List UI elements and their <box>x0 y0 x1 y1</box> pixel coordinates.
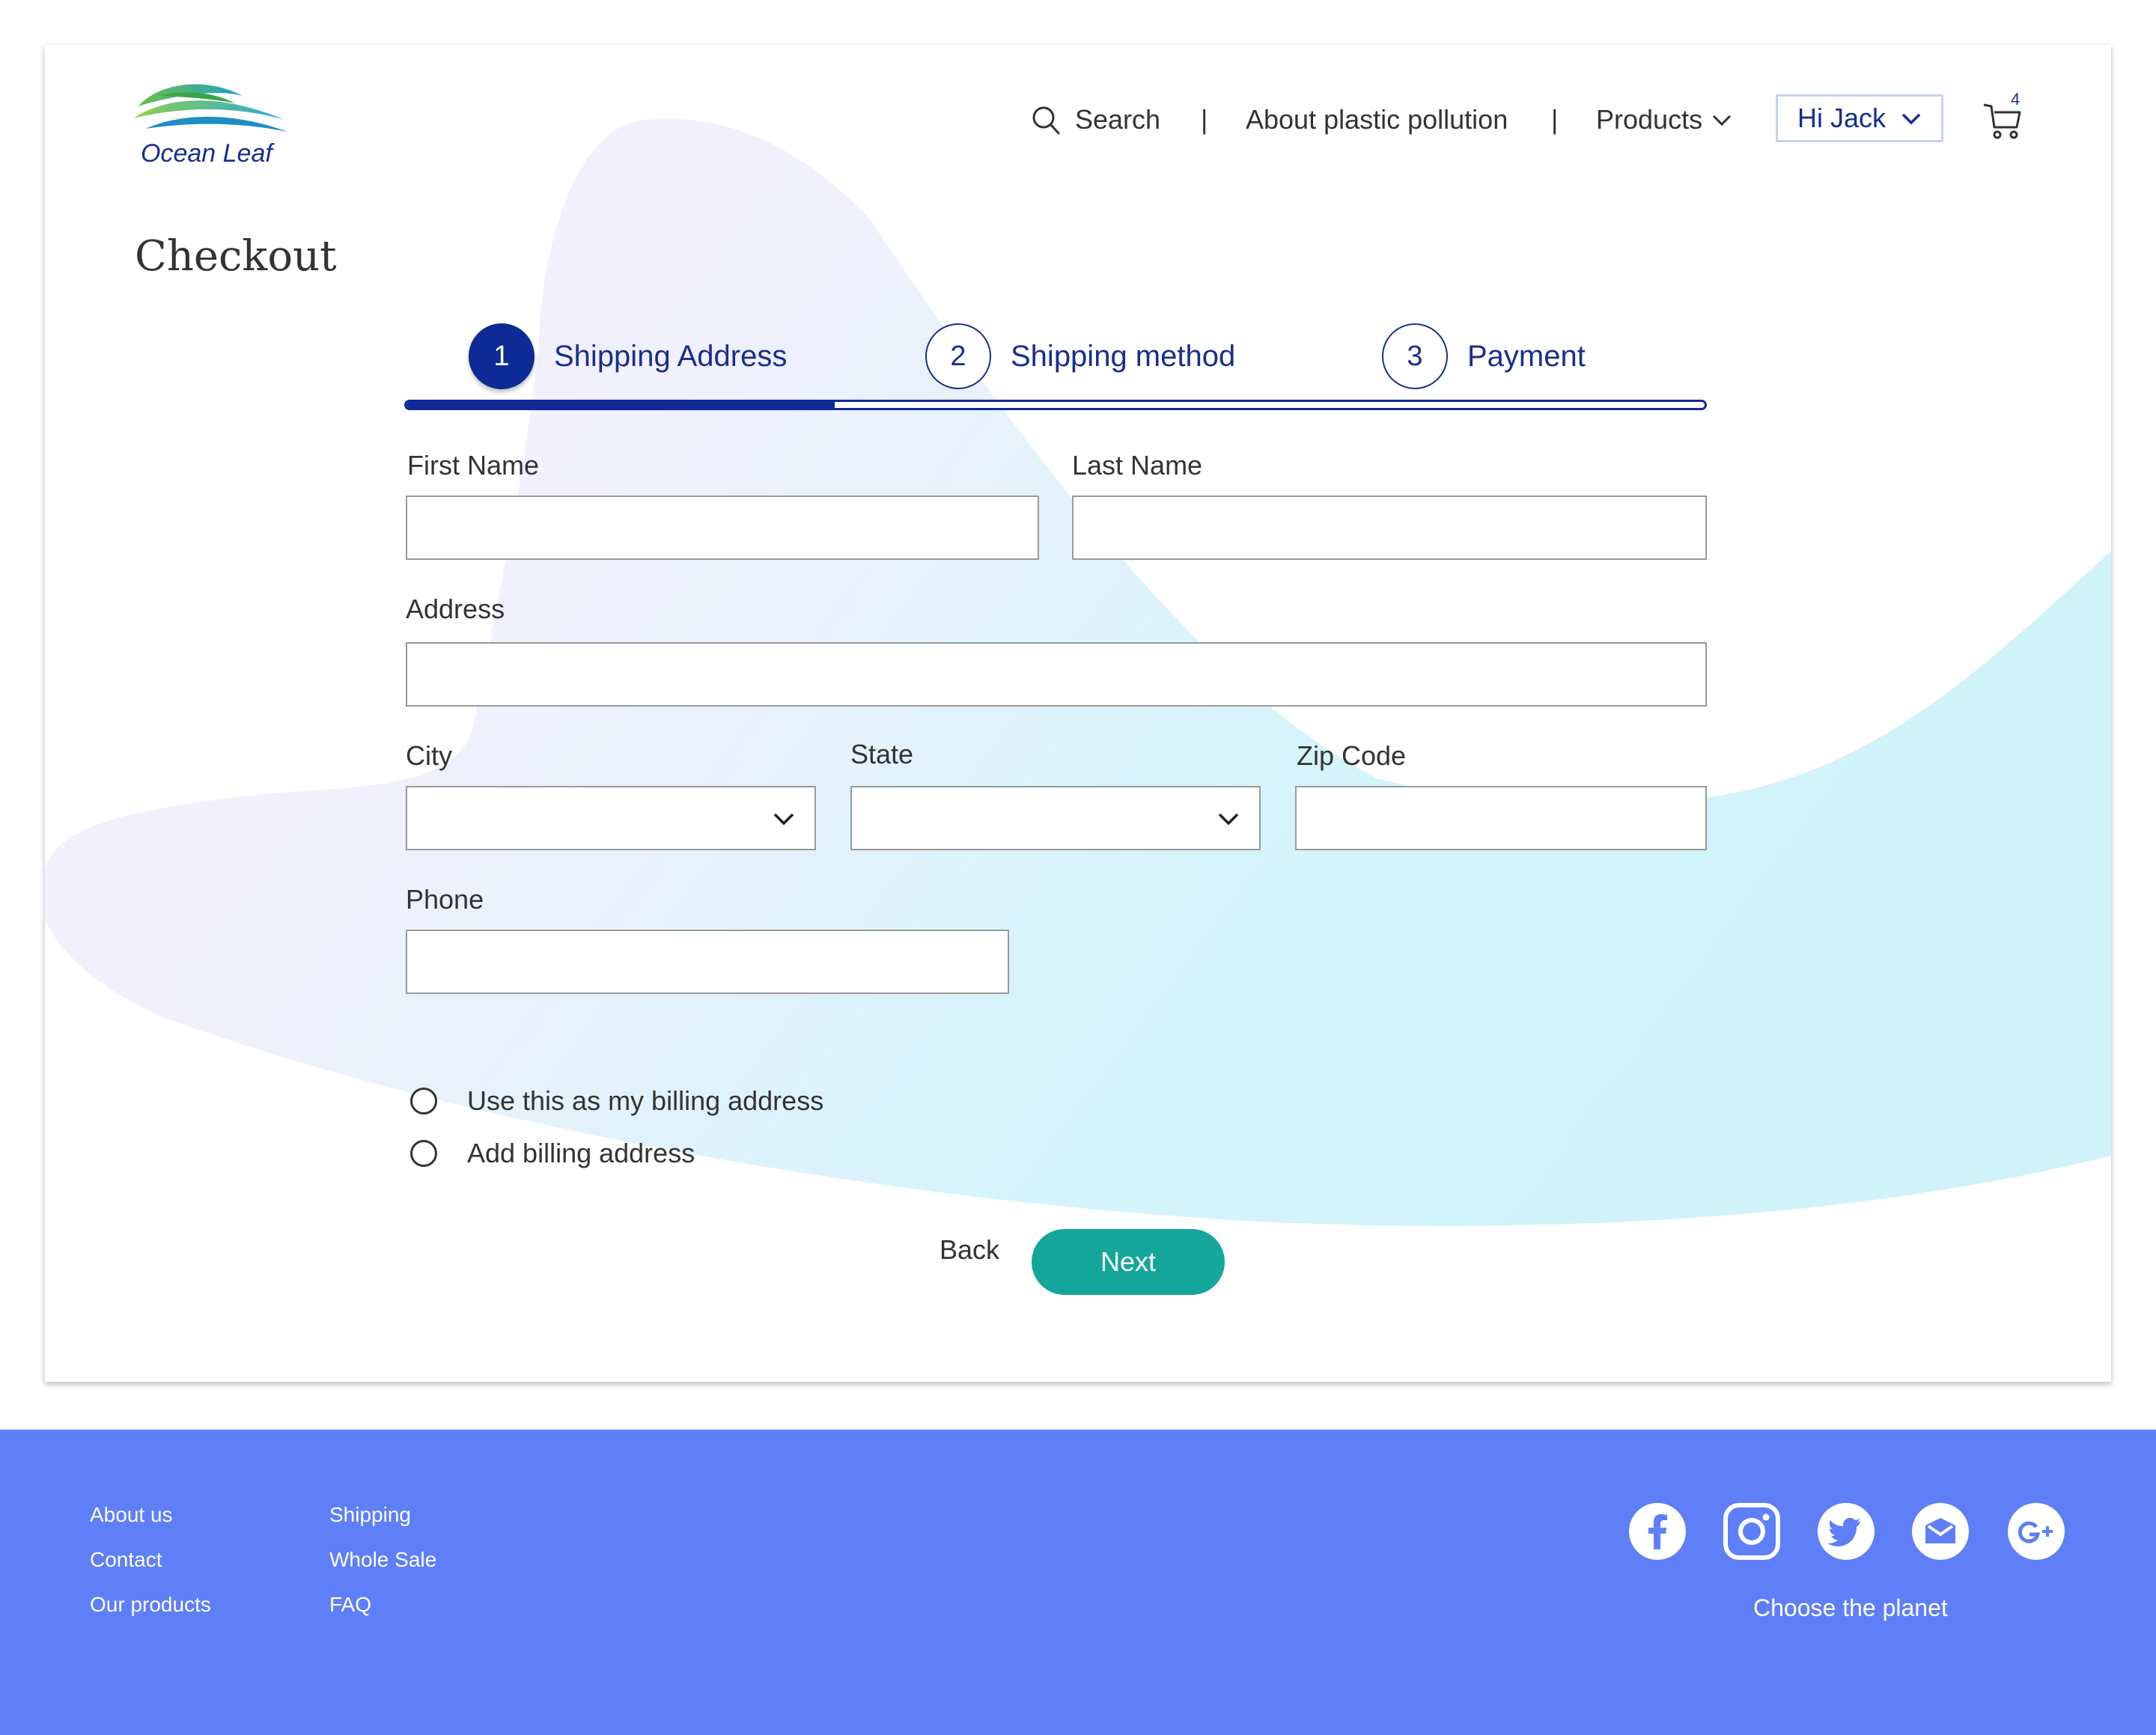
mail-icon[interactable] <box>1912 1503 1969 1560</box>
city-select[interactable] <box>406 786 816 850</box>
step-1-circle[interactable]: 1 <box>469 323 535 389</box>
next-button[interactable]: Next <box>1032 1229 1225 1295</box>
cart-icon <box>1983 103 2021 139</box>
background-blob <box>45 118 2111 1226</box>
instagram-icon[interactable] <box>1723 1503 1780 1560</box>
billing-same-option[interactable]: Use this as my billing address <box>410 1085 823 1117</box>
progress-fill <box>406 402 835 408</box>
state-select[interactable] <box>850 786 1261 850</box>
radio-button[interactable] <box>410 1140 437 1167</box>
search-icon[interactable] <box>1032 103 1062 136</box>
chevron-down-icon <box>1713 115 1732 126</box>
page-title: Checkout <box>135 232 337 281</box>
products-menu[interactable]: Products <box>1596 103 1732 136</box>
products-label: Products <box>1596 104 1703 135</box>
address-label: Address <box>406 594 505 624</box>
footer-link-our-products[interactable]: Our products <box>90 1591 211 1618</box>
phone-input[interactable] <box>406 930 1009 994</box>
zip-code-label: Zip Code <box>1297 740 1407 771</box>
footer-link-about-us[interactable]: About us <box>90 1501 173 1528</box>
add-billing-option[interactable]: Add billing address <box>410 1138 695 1169</box>
nav-separator: | <box>1201 104 1208 135</box>
last-name-label: Last Name <box>1072 450 1203 481</box>
step-3-label[interactable]: Payment <box>1467 338 1586 374</box>
add-billing-label: Add billing address <box>467 1138 695 1168</box>
user-menu-button[interactable]: Hi Jack <box>1776 94 1943 142</box>
checkout-card: Ocean Leaf Search | About plastic pollut… <box>45 45 2111 1382</box>
radio-button[interactable] <box>410 1088 437 1115</box>
footer-link-whole-sale[interactable]: Whole Sale <box>329 1546 436 1573</box>
footer-link-faq[interactable]: FAQ <box>329 1591 371 1618</box>
search-link[interactable]: Search <box>1075 103 1160 136</box>
back-button[interactable]: Back <box>921 1229 1018 1271</box>
footer-tagline: Choose the planet <box>1753 1594 1948 1621</box>
user-greeting: Hi Jack <box>1797 103 1886 133</box>
ocean-leaf-logo[interactable]: Ocean Leaf <box>130 73 295 186</box>
chevron-down-icon <box>1218 813 1239 826</box>
footer: About us Contact Our products Shipping W… <box>0 1430 2156 1735</box>
last-name-input[interactable] <box>1072 496 1707 560</box>
twitter-icon[interactable] <box>1818 1503 1875 1560</box>
phone-label: Phone <box>406 884 484 915</box>
city-label: City <box>406 740 452 771</box>
step-2-label[interactable]: Shipping method <box>1011 338 1235 374</box>
billing-same-label: Use this as my billing address <box>467 1085 824 1116</box>
first-name-input[interactable] <box>406 496 1039 560</box>
state-label: State <box>850 739 914 769</box>
about-plastic-pollution-link[interactable]: About plastic pollution <box>1246 103 1508 136</box>
chevron-down-icon <box>1901 113 1921 125</box>
checkout-progress-bar <box>404 400 1707 410</box>
first-name-label: First Name <box>407 450 540 481</box>
google-plus-icon[interactable] <box>2008 1503 2065 1560</box>
nav-separator: | <box>1551 104 1559 135</box>
facebook-icon[interactable] <box>1629 1503 1686 1560</box>
step-3-circle[interactable]: 3 <box>1382 323 1448 389</box>
cart-button[interactable]: 4 <box>1982 90 2030 144</box>
logo-text: Ocean Leaf <box>141 139 272 168</box>
leaf-waves-icon <box>133 84 287 132</box>
address-input[interactable] <box>406 642 1707 707</box>
step-1-label[interactable]: Shipping Address <box>554 338 787 374</box>
footer-link-shipping[interactable]: Shipping <box>329 1501 411 1528</box>
footer-link-contact[interactable]: Contact <box>90 1546 162 1573</box>
chevron-down-icon <box>773 813 794 826</box>
zip-code-input[interactable] <box>1295 786 1707 850</box>
step-2-circle[interactable]: 2 <box>925 323 991 389</box>
